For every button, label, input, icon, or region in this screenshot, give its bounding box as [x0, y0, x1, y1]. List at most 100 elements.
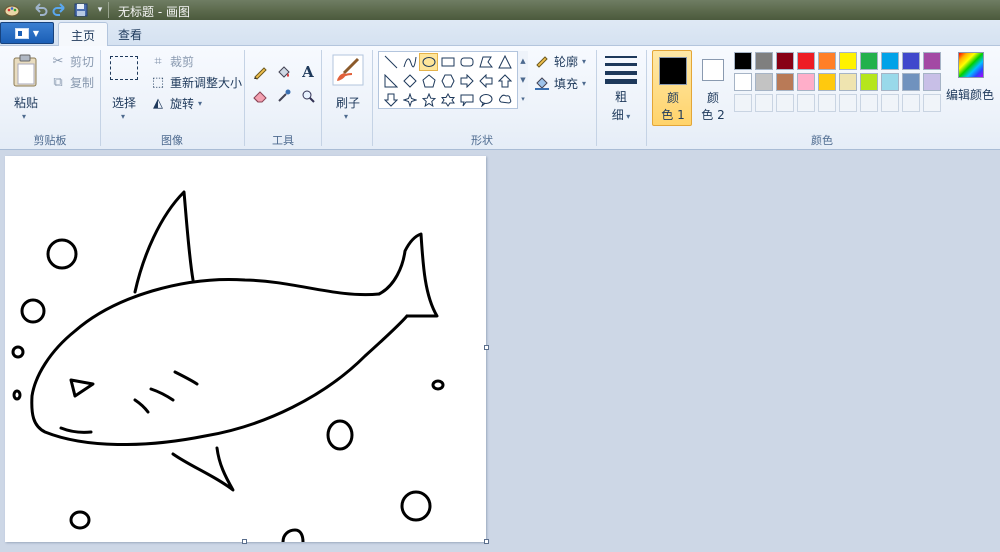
right-triangle-shape-icon[interactable] — [381, 72, 400, 90]
resize-handle-right[interactable] — [484, 345, 489, 350]
select-button[interactable]: 选择 ▾ — [106, 52, 142, 124]
resize-handle-bottom[interactable] — [242, 539, 247, 544]
outline-pen-icon — [534, 53, 550, 69]
gallery-expand-icon[interactable]: ▾ — [521, 95, 525, 103]
curve-shape-icon[interactable] — [400, 53, 419, 71]
pentagon-shape-icon[interactable] — [419, 72, 438, 90]
triangle-shape-icon[interactable] — [495, 53, 514, 71]
arrow-up-shape-icon[interactable] — [495, 72, 514, 90]
edit-colors-label: 编辑颜色 — [946, 88, 995, 102]
palette-color-swatch[interactable] — [797, 52, 815, 70]
shark-body — [30, 278, 409, 447]
five-point-star-icon[interactable] — [419, 91, 438, 109]
size-label-text: 细 — [611, 108, 624, 122]
undo-icon[interactable] — [32, 2, 48, 18]
palette-custom-slot[interactable] — [755, 94, 773, 112]
palette-color-swatch[interactable] — [755, 73, 773, 91]
arrow-left-shape-icon[interactable] — [476, 72, 495, 90]
palette-color-swatch[interactable] — [923, 73, 941, 91]
palette-color-swatch[interactable] — [734, 52, 752, 70]
paint-app-icon[interactable] — [4, 2, 20, 18]
rectangle-shape-icon[interactable] — [438, 53, 457, 71]
oval-callout-icon[interactable] — [476, 91, 495, 109]
cut-button[interactable]: ✂ 剪切 — [50, 52, 94, 70]
resize-button[interactable]: ⬚ 重新调整大小 — [150, 73, 242, 91]
palette-custom-slot[interactable] — [902, 94, 920, 112]
palette-custom-slot[interactable] — [776, 94, 794, 112]
palette-color-swatch[interactable] — [860, 73, 878, 91]
palette-color-swatch[interactable] — [755, 52, 773, 70]
palette-custom-slot[interactable] — [797, 94, 815, 112]
outline-label: 轮廓 — [554, 54, 579, 69]
diamond-shape-icon[interactable] — [400, 72, 419, 90]
palette-custom-slot[interactable] — [734, 94, 752, 112]
four-point-star-icon[interactable] — [400, 91, 419, 109]
rounded-rectangle-shape-icon[interactable] — [457, 53, 476, 71]
scroll-up-icon[interactable]: ▲ — [520, 57, 525, 65]
palette-color-swatch[interactable] — [839, 52, 857, 70]
rotate-button[interactable]: ◭ 旋转 ▾ — [150, 94, 202, 112]
palette-custom-slot[interactable] — [860, 94, 878, 112]
line-shape-icon[interactable] — [381, 53, 400, 71]
palette-custom-slot[interactable] — [923, 94, 941, 112]
palette-color-swatch[interactable] — [734, 73, 752, 91]
palette-color-swatch[interactable] — [881, 73, 899, 91]
magnifier-icon[interactable] — [298, 86, 318, 106]
file-menu-button[interactable]: ▼ — [0, 22, 54, 44]
scroll-down-icon[interactable]: ▼ — [520, 76, 525, 84]
color1-button[interactable]: 颜 色 1 — [652, 50, 692, 126]
palette-color-swatch[interactable] — [818, 52, 836, 70]
redo-icon[interactable] — [52, 2, 68, 18]
tab-view[interactable]: 查看 — [106, 22, 154, 46]
group-separator — [244, 50, 245, 146]
crop-button[interactable]: ⌗ 裁剪 — [150, 52, 194, 70]
palette-color-swatch[interactable] — [797, 73, 815, 91]
customize-dropdown-icon[interactable]: ▾ — [92, 2, 108, 18]
drawing-canvas[interactable] — [5, 156, 486, 542]
fill-bucket-icon[interactable] — [274, 62, 294, 82]
size-button[interactable]: 粗 细 ▾ — [602, 52, 640, 124]
document-icon — [14, 27, 29, 39]
fill-icon — [534, 75, 550, 91]
arrow-right-shape-icon[interactable] — [457, 72, 476, 90]
palette-color-swatch[interactable] — [776, 52, 794, 70]
text-tool-icon[interactable]: A — [298, 62, 318, 82]
tab-home[interactable]: 主页 — [58, 22, 109, 47]
brushes-button[interactable]: 刷子 ▾ — [328, 52, 368, 124]
palette-color-swatch[interactable] — [839, 73, 857, 91]
palette-color-swatch[interactable] — [881, 52, 899, 70]
select-dropdown-icon: ▾ — [121, 112, 126, 121]
clipboard-group-label: 剪贴板 — [33, 134, 67, 147]
arrow-down-shape-icon[interactable] — [381, 91, 400, 109]
scissors-icon: ✂ — [52, 53, 64, 69]
shapes-scroll[interactable]: ▲ ▼ ▾ — [517, 51, 528, 109]
resize-handle-corner[interactable] — [484, 539, 489, 544]
palette-color-swatch[interactable] — [902, 52, 920, 70]
color-picker-icon[interactable] — [274, 86, 294, 106]
palette-custom-slot[interactable] — [881, 94, 899, 112]
palette-color-swatch[interactable] — [818, 73, 836, 91]
palette-color-swatch[interactable] — [902, 73, 920, 91]
palette-color-swatch[interactable] — [776, 73, 794, 91]
rectangular-callout-icon[interactable] — [457, 91, 476, 109]
polygon-shape-icon[interactable] — [476, 53, 495, 71]
palette-color-swatch[interactable] — [860, 52, 878, 70]
save-icon[interactable] — [73, 2, 89, 18]
palette-custom-slot[interactable] — [818, 94, 836, 112]
eraser-icon[interactable] — [250, 86, 270, 106]
edit-colors-button[interactable]: 编辑颜色 — [946, 52, 995, 103]
pencil-icon[interactable] — [250, 62, 270, 82]
palette-color-swatch[interactable] — [923, 52, 941, 70]
hexagon-shape-icon[interactable] — [438, 72, 457, 90]
group-separator — [100, 50, 101, 146]
ribbon: 粘贴 ▾ ✂ 剪切 ⧉ 复制 剪贴板 选择 ▾ ⌗ 裁剪 ⬚ 重新调整大小 ◭ — [0, 46, 1000, 150]
outline-button[interactable]: 轮廓 ▾ — [534, 52, 586, 70]
oval-shape-icon[interactable] — [419, 53, 438, 71]
fill-button[interactable]: 填充 ▾ — [534, 74, 586, 92]
paste-button[interactable]: 粘贴 ▾ — [8, 52, 44, 124]
cloud-callout-icon[interactable] — [495, 91, 514, 109]
palette-custom-slot[interactable] — [839, 94, 857, 112]
color2-button[interactable]: 颜 色 2 — [692, 50, 732, 126]
six-point-star-icon[interactable] — [438, 91, 457, 109]
copy-button[interactable]: ⧉ 复制 — [50, 73, 94, 91]
